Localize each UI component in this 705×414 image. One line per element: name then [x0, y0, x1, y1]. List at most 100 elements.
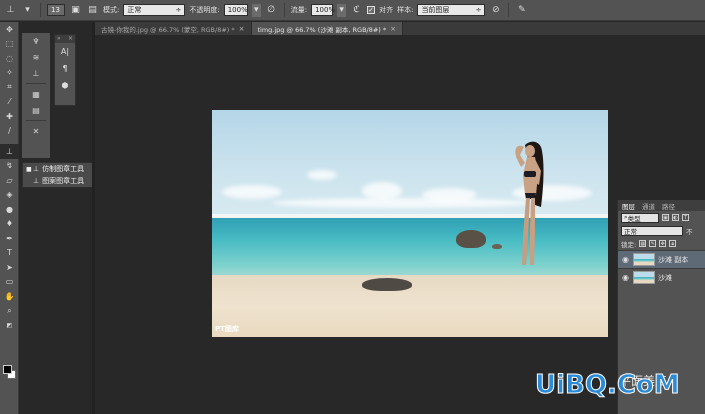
lock-label: 锁定: [621, 240, 637, 249]
type-tool-icon[interactable]: T [0, 246, 19, 261]
woman-figure [515, 141, 544, 265]
zoom-tool-icon[interactable]: ⌕ [0, 304, 19, 319]
ignore-adjustment-layers-icon[interactable]: ⊘ [489, 4, 502, 17]
tab-channels[interactable]: 通道 [642, 201, 655, 211]
filter-adjustment-icon[interactable]: ◐ [672, 214, 679, 221]
dodge-tool-icon[interactable]: ♦ [0, 217, 19, 232]
marquee-tool-icon[interactable]: ⬚ [0, 37, 19, 52]
close-icon[interactable]: × [68, 35, 73, 43]
airbrush-icon[interactable]: ℭ [350, 4, 363, 17]
clone-stamp-tool-icon[interactable]: ⊥ [0, 144, 19, 159]
clone-stamp-tool-icon[interactable]: ⊥ [4, 4, 17, 17]
selected-bullet-icon: ■ [26, 165, 32, 173]
clone-stamp-icon: ⊥ [33, 165, 40, 173]
move-tool-icon[interactable]: ✥ [0, 22, 19, 37]
collapse-icon[interactable]: » [57, 35, 61, 43]
brush-size-picker[interactable]: 13 [47, 4, 65, 16]
magic-wand-tool-icon[interactable]: ✧ [0, 66, 19, 81]
visibility-eye-icon[interactable]: ◉ [621, 255, 630, 264]
lock-paint-icon[interactable]: ✎ [649, 240, 657, 247]
eyedropper-tool-icon[interactable]: ⁄ [0, 95, 19, 110]
layer-name[interactable]: 沙滩 [658, 273, 672, 283]
default-colors-icon[interactable]: ◩ [0, 318, 19, 333]
rock [456, 230, 486, 248]
separator [26, 120, 46, 121]
rock [362, 278, 412, 291]
site-watermark: 平面美工 UiBQ.CoM [535, 368, 705, 408]
mode-select-value: 正常 [127, 6, 142, 14]
opacity-dropdown-icon[interactable]: ▾ [251, 3, 261, 17]
rock [492, 244, 502, 249]
document-tab-1[interactable]: 古镜-你我的.jpg @ 66.7% (蒙空, RGB/8#) * × [95, 22, 252, 35]
pressure-opacity-icon[interactable]: ∅ [265, 4, 278, 17]
lasso-tool-icon[interactable]: ◌ [0, 51, 19, 66]
beach-photo[interactable]: PT图库 [212, 110, 608, 337]
document-tab-2[interactable]: timg.jpg @ 66.7% (沙滩 副本, RGB/8#) * × [251, 22, 404, 35]
paragraph-icon[interactable]: ¶ [55, 60, 75, 77]
filter-pixel-icon[interactable]: ▣ [662, 214, 669, 221]
paint-bucket-tool-icon[interactable]: ◈ [0, 188, 19, 203]
flow-label: 流量: [290, 6, 308, 14]
cloud [222, 185, 282, 199]
actions-icon[interactable]: ▤ [22, 102, 50, 118]
brush-tool-icon[interactable]: ∕ [0, 124, 19, 139]
brush-presets-icon[interactable]: ♆ [22, 33, 50, 49]
opacity-input[interactable]: 100% [223, 4, 248, 16]
mode-label: 模式: [103, 6, 120, 14]
tab-paths[interactable]: 路径 [662, 201, 675, 211]
aligned-checkbox[interactable]: ✓ [367, 6, 376, 14]
healing-brush-tool-icon[interactable]: ✚ [0, 109, 19, 124]
path-selection-tool-icon[interactable]: ➤ [0, 260, 19, 275]
history-icon[interactable]: ▦ [22, 86, 50, 102]
layer-filter-row: ⌕ 类型 ▣ ◐ T [618, 211, 705, 224]
sample-select[interactable]: 当前图层 ÷ [417, 4, 486, 16]
blend-mode-select[interactable]: 正常 [621, 225, 683, 236]
aligned-label: 对齐 [379, 6, 394, 14]
cloud [272, 198, 532, 208]
lock-all-icon[interactable]: 🔒︎ [669, 240, 677, 247]
brush-settings-icon[interactable]: ≋ [22, 49, 50, 65]
dropdown-arrow-icon[interactable]: ▾ [21, 4, 34, 17]
character-mini-panel: » × A| ¶ ⬢ [54, 34, 76, 106]
filter-kind-select[interactable]: ⌕ 类型 [621, 212, 659, 223]
flow-input[interactable]: 100% [311, 4, 335, 16]
clone-source-panel-icon[interactable]: ▤ [86, 4, 99, 17]
clone-source-icon[interactable]: ⊥ [22, 65, 50, 81]
mode-select[interactable]: 正常 ÷ [123, 4, 186, 16]
close-icon[interactable]: × [239, 25, 245, 33]
lock-row: 锁定: ▦ ✎ ✥ 🔒︎ [618, 237, 705, 250]
filter-type-icon[interactable]: T [682, 214, 689, 221]
character-icon[interactable]: A| [55, 43, 75, 60]
flow-dropdown-icon[interactable]: ▾ [337, 3, 347, 17]
pen-tool-icon[interactable]: ✒ [0, 231, 19, 246]
hand-tool-icon[interactable]: ✋ [0, 289, 19, 304]
lock-move-icon[interactable]: ✥ [659, 240, 667, 247]
document-tabs: 古镜-你我的.jpg @ 66.7% (蒙空, RGB/8#) * × timg… [95, 22, 705, 35]
crop-tool-icon[interactable]: ⌗ [0, 80, 19, 95]
photo-watermark: PT图库 [215, 325, 239, 333]
layer-row-beach[interactable]: ◉ 沙滩 [618, 268, 705, 286]
layer-name[interactable]: 沙滩 副本 [658, 255, 688, 265]
3d-icon[interactable]: ⬢ [55, 77, 75, 94]
flyout-item-label: 图案图章工具 [42, 177, 85, 185]
close-icon[interactable]: × [390, 25, 396, 33]
filter-kind-value: 类型 [627, 214, 641, 223]
layer-opacity-label: 不 [686, 227, 693, 236]
lock-transparent-icon[interactable]: ▦ [639, 240, 647, 247]
mini-panel-header: » × [55, 35, 75, 43]
shape-tool-icon[interactable]: ▭ [0, 275, 19, 290]
separator [26, 83, 46, 84]
eraser-tool-icon[interactable]: ▱ [0, 173, 19, 188]
pressure-size-icon[interactable]: ✎ [515, 4, 528, 17]
history-brush-tool-icon[interactable]: ↯ [0, 159, 19, 174]
visibility-eye-icon[interactable]: ◉ [621, 273, 630, 282]
brush-panel-icon[interactable]: ▣ [69, 4, 82, 17]
layer-row-beach-copy[interactable]: ◉ 沙滩 副本 [618, 250, 705, 268]
cloud [307, 170, 337, 180]
tab-label: timg.jpg @ 66.7% (沙滩 副本, RGB/8#) * [257, 25, 387, 34]
foreground-color-swatch[interactable] [3, 365, 12, 374]
blur-tool-icon[interactable]: ● [0, 202, 19, 217]
canvas-area[interactable]: PT图库 [95, 35, 615, 414]
tool-presets-icon[interactable]: ✕ [22, 123, 50, 139]
tab-layers[interactable]: 图层 [622, 201, 635, 211]
